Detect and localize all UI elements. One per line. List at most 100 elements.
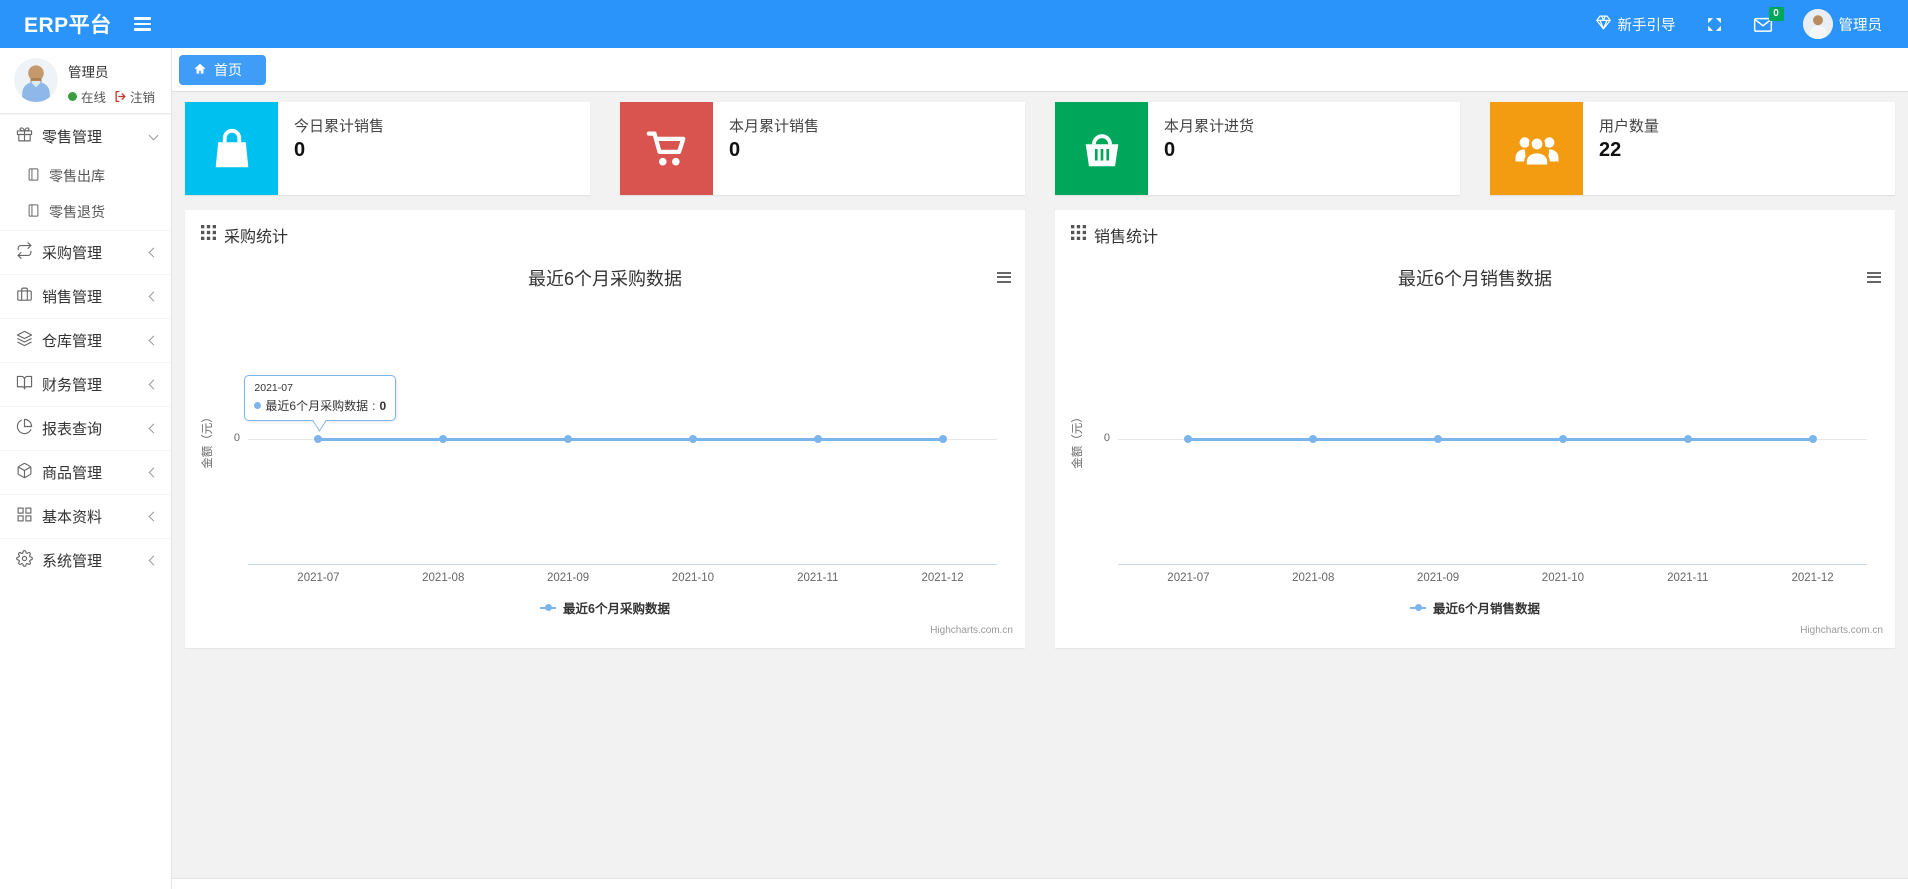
sidebar-item-basic-data[interactable]: 基本资料 xyxy=(0,494,171,538)
tooltip-series: 最近6个月采购数据 xyxy=(265,399,369,413)
chart-menu-icon[interactable] xyxy=(995,267,1013,287)
novice-guide-link[interactable]: 新手引导 xyxy=(1595,14,1676,35)
stat-cards-row: 今日累计销售 0 本月累计销售 0 本月累计进货 0 用户数量 22 xyxy=(172,92,1908,195)
sidebar-item-retail-outbound[interactable]: 零售出库 xyxy=(0,158,171,194)
legend-item[interactable]: 最近6个月采购数据 xyxy=(185,598,1025,617)
x-axis-label: 2021-07 xyxy=(1167,572,1210,584)
x-axis-line xyxy=(1118,564,1867,565)
chart-panels-row: 采购统计 最近6个月采购数据 金额（元） 0 2021-07 2021-08 202… xyxy=(172,195,1908,648)
chart-title: 最近6个月采购数据 xyxy=(527,269,682,289)
series-bullet-icon xyxy=(254,402,262,409)
chevron-left-icon xyxy=(148,379,159,390)
legend-marker-icon xyxy=(1410,604,1427,611)
messages-icon[interactable]: 0 xyxy=(1753,6,1784,33)
gift-icon xyxy=(16,126,33,147)
gem-icon xyxy=(1595,14,1612,35)
repeat-icon xyxy=(16,242,33,263)
tooltip-value: 0 xyxy=(379,398,387,413)
data-point[interactable] xyxy=(1808,435,1817,443)
x-axis-label: 2021-09 xyxy=(1416,572,1460,584)
sidebar-toggle-icon[interactable] xyxy=(128,10,157,38)
chevron-left-icon xyxy=(148,555,159,566)
chevron-down-icon xyxy=(148,130,159,140)
legend-marker-icon xyxy=(540,604,557,611)
tab-home[interactable]: 首页 xyxy=(179,55,266,85)
y-axis-tick: 0 xyxy=(233,432,240,444)
x-axis-line xyxy=(248,564,997,565)
online-status-label: 在线 xyxy=(81,91,107,105)
gear-icon xyxy=(16,550,33,571)
sidebar-item-goods[interactable]: 商品管理 xyxy=(0,450,171,494)
tab-bar: 首页 xyxy=(172,48,1908,92)
data-point[interactable] xyxy=(688,435,697,443)
y-axis-title: 金额（元） xyxy=(1072,411,1084,469)
sidebar-item-sales[interactable]: 销售管理 xyxy=(0,274,171,318)
sidebar-user-name: 管理员 xyxy=(68,65,109,80)
stat-card-user-count: 用户数量 22 xyxy=(1490,102,1895,195)
sidebar-item-purchase[interactable]: 采购管理 xyxy=(0,230,171,274)
chevron-left-icon xyxy=(148,423,159,434)
document-icon xyxy=(26,167,41,185)
fullscreen-icon[interactable] xyxy=(1706,16,1723,33)
data-point[interactable] xyxy=(1434,435,1443,443)
x-axis-label: 2021-07 xyxy=(297,572,340,584)
chevron-left-icon xyxy=(148,335,159,346)
app-logo: ERP平台 xyxy=(24,14,112,37)
sidebar-item-retail[interactable]: 零售管理 xyxy=(0,114,171,158)
data-point[interactable] xyxy=(314,435,323,443)
data-point[interactable] xyxy=(813,435,822,443)
highcharts-credits-link[interactable]: Highcharts.com.cn xyxy=(930,625,1013,636)
stat-card-month-sales: 本月累计销售 0 xyxy=(620,102,1025,195)
sales-chart: 最近6个月销售数据 金额（元） 0 2021-07 2021-08 2021-09 2… xyxy=(1055,253,1895,648)
x-axis-label: 2021-09 xyxy=(546,572,590,584)
x-axis-label: 2021-10 xyxy=(671,572,715,584)
home-icon xyxy=(193,62,207,79)
stat-value: 22 xyxy=(1599,139,1622,161)
data-point[interactable] xyxy=(938,435,947,443)
data-point[interactable] xyxy=(564,435,573,443)
pie-chart-icon xyxy=(16,418,33,439)
data-point[interactable] xyxy=(1309,435,1318,443)
legend-item[interactable]: 最近6个月销售数据 xyxy=(1055,598,1895,617)
x-axis-label: 2021-08 xyxy=(422,572,465,584)
data-point[interactable] xyxy=(1683,435,1692,443)
data-point[interactable] xyxy=(439,435,448,443)
briefcase-icon xyxy=(16,286,33,307)
sidebar-item-retail-return[interactable]: 零售退货 xyxy=(0,194,171,230)
legend-label: 最近6个月销售数据 xyxy=(1433,602,1540,616)
message-count-badge: 0 xyxy=(1768,6,1784,21)
shopping-basket-icon xyxy=(1055,102,1148,195)
chevron-left-icon xyxy=(148,247,159,258)
logout-link[interactable]: 注销 xyxy=(114,87,155,106)
chart-title: 最近6个月销售数据 xyxy=(1397,269,1552,289)
data-point[interactable] xyxy=(1184,435,1193,443)
highcharts-credits-link[interactable]: Highcharts.com.cn xyxy=(1800,625,1883,636)
main-content: 首页 今日累计销售 0 本月累计销售 0 本月累计进货 0 用户数量 22 采购… xyxy=(172,0,1908,648)
chart-tooltip: 2021-07 最近6个月采购数据: 0 xyxy=(244,375,397,421)
sidebar-item-system[interactable]: 系统管理 xyxy=(0,538,171,582)
users-icon xyxy=(1490,102,1583,195)
sidebar-item-warehouse[interactable]: 仓库管理 xyxy=(0,318,171,362)
avatar xyxy=(1802,9,1833,39)
shopping-cart-icon xyxy=(620,102,713,195)
sidebar-user-block: 管理员 在线 注销 xyxy=(0,48,171,114)
top-navbar: ERP平台 新手引导 0 管理员 xyxy=(0,0,1908,48)
panel-title: 销售统计 xyxy=(1094,229,1159,246)
document-icon xyxy=(26,203,41,221)
chart-menu-icon[interactable] xyxy=(1865,267,1883,287)
stat-label: 今日累计销售 xyxy=(294,118,385,135)
user-menu[interactable]: 管理员 xyxy=(1802,9,1882,39)
panel-title: 采购统计 xyxy=(224,229,289,246)
sidebar-item-finance[interactable]: 财务管理 xyxy=(0,362,171,406)
stat-label: 用户数量 xyxy=(1599,118,1660,135)
x-axis-label: 2021-11 xyxy=(1667,572,1709,584)
x-axis-label: 2021-12 xyxy=(921,572,964,584)
sidebar: 管理员 在线 注销 零售管理 零售出库 零售退货 采购管理 销售管理 仓库管理 … xyxy=(0,48,172,889)
data-point[interactable] xyxy=(1558,435,1567,443)
chevron-left-icon xyxy=(148,291,159,302)
grid-dots-icon xyxy=(1071,225,1086,245)
layers-icon xyxy=(16,330,33,351)
stat-value: 0 xyxy=(1164,139,1176,161)
sidebar-item-reports[interactable]: 报表查询 xyxy=(0,406,171,450)
stat-value: 0 xyxy=(729,139,741,161)
